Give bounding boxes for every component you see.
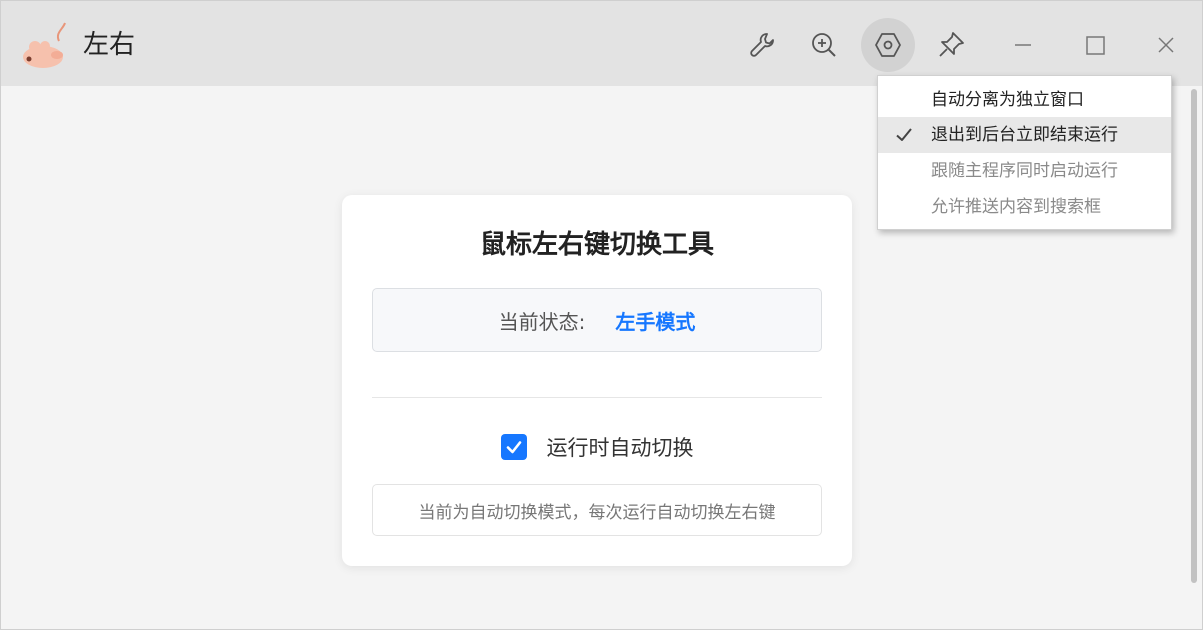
mouse-logo-icon bbox=[23, 22, 66, 68]
main-card: 鼠标左右键切换工具 当前状态: 左手模式 运行时自动切换 当前为自动切换模式，每… bbox=[342, 195, 852, 566]
checkmark-icon bbox=[506, 441, 521, 454]
minimize-button[interactable] bbox=[996, 18, 1050, 72]
maximize-button[interactable] bbox=[1068, 18, 1122, 72]
wrench-icon bbox=[750, 33, 774, 57]
status-box: 当前状态: 左手模式 bbox=[372, 288, 822, 352]
titlebar: 左右 bbox=[1, 1, 1202, 86]
close-icon bbox=[1158, 37, 1174, 53]
zoom-in-icon bbox=[812, 33, 836, 57]
menu-item-label: 退出到后台立即结束运行 bbox=[931, 125, 1118, 145]
divider bbox=[372, 397, 822, 398]
scrollbar-thumb[interactable] bbox=[1191, 89, 1197, 583]
tools-button[interactable] bbox=[735, 18, 789, 72]
menu-item-allow-push[interactable]: 允许推送内容到搜索框 bbox=[878, 189, 1171, 225]
app-window: 左右 鼠标左右键切换工具 当前状态: 左手模式 运行时自动切换 当前为自动切换模… bbox=[0, 0, 1203, 630]
status-value: 左手模式 bbox=[615, 309, 696, 334]
auto-switch-checkbox[interactable] bbox=[500, 434, 527, 460]
auto-switch-row[interactable]: 运行时自动切换 bbox=[342, 431, 852, 463]
status-label: 当前状态: bbox=[498, 309, 586, 334]
auto-switch-label[interactable]: 运行时自动切换 bbox=[547, 432, 694, 462]
close-button[interactable] bbox=[1139, 18, 1193, 72]
scrollbar[interactable] bbox=[1191, 89, 1199, 583]
menu-item-label: 跟随主程序同时启动运行 bbox=[931, 161, 1118, 181]
zoom-button[interactable] bbox=[797, 18, 851, 72]
hint-text: 当前为自动切换模式，每次运行自动切换左右键 bbox=[372, 484, 822, 536]
settings-menu: 自动分离为独立窗口 退出到后台立即结束运行 跟随主程序同时启动运行 允许推送内容… bbox=[877, 75, 1172, 230]
menu-item-exit-background[interactable]: 退出到后台立即结束运行 bbox=[878, 117, 1171, 153]
minimize-icon bbox=[1015, 44, 1031, 46]
check-icon bbox=[896, 128, 912, 141]
pin-icon bbox=[939, 32, 964, 57]
maximize-icon bbox=[1086, 36, 1105, 55]
app-title: 左右 bbox=[83, 30, 136, 60]
settings-hexagon-icon bbox=[875, 33, 901, 57]
settings-button[interactable] bbox=[861, 18, 915, 72]
pin-button[interactable] bbox=[924, 18, 978, 72]
menu-item-label: 自动分离为独立窗口 bbox=[931, 90, 1084, 110]
menu-item-label: 允许推送内容到搜索框 bbox=[931, 197, 1101, 217]
menu-item-auto-detach[interactable]: 自动分离为独立窗口 bbox=[878, 82, 1171, 118]
menu-item-follow-main[interactable]: 跟随主程序同时启动运行 bbox=[878, 153, 1171, 189]
card-title: 鼠标左右键切换工具 bbox=[479, 230, 714, 260]
